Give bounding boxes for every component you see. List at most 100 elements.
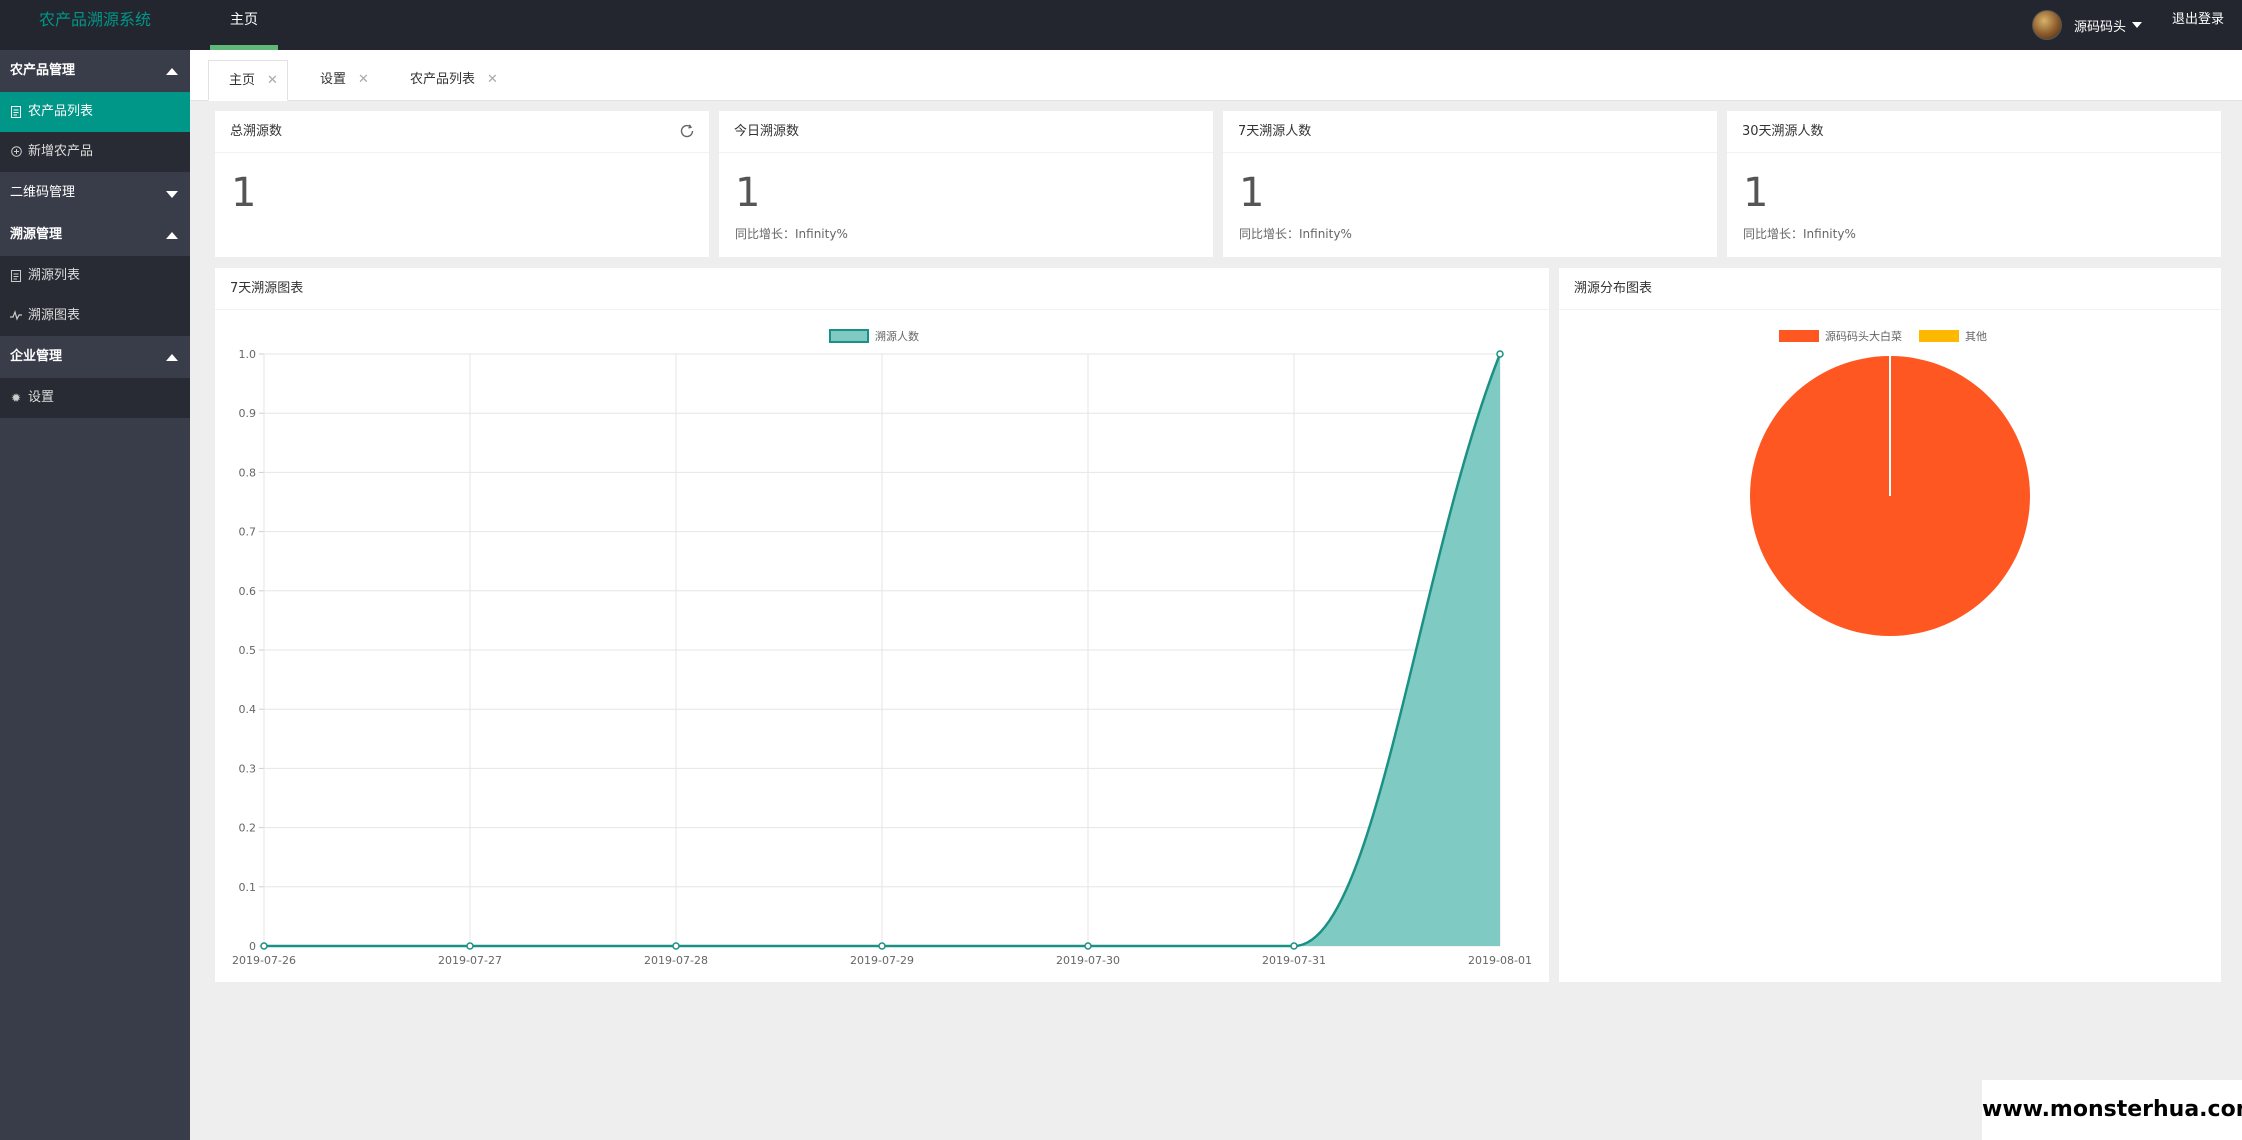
card-title-text: 总溯源数: [230, 124, 283, 139]
pie-chart-panel: 溯源分布图表 源码码头大白菜 其他: [1559, 268, 2221, 982]
card-title: 7天溯源人数: [1223, 111, 1717, 153]
legend-label: 其他: [1965, 330, 1987, 343]
sidebar-item-settings[interactable]: ✹ 设置: [0, 378, 190, 418]
chevron-up-icon: [166, 232, 178, 239]
sidebar-group-label: 农产品管理: [10, 63, 76, 78]
y-tick-label: 0.1: [239, 881, 257, 894]
sidebar-item-label: 新增农产品: [28, 144, 94, 159]
y-tick-label: 1.0: [239, 348, 257, 361]
tab-product-list[interactable]: 农产品列表 ✕: [390, 60, 510, 101]
legend-swatch: [1779, 330, 1819, 342]
sidebar-group-qrcode[interactable]: 二维码管理: [0, 172, 190, 214]
sidebar-group-label: 二维码管理: [10, 185, 76, 200]
sidebar-submenu-enterprise: ✹ 设置: [0, 378, 190, 418]
tab-label: 设置: [320, 72, 347, 87]
sidebar-item-product-list[interactable]: 农产品列表: [0, 92, 190, 132]
line-chart-panel: 7天溯源图表 溯源人数 0 0.1 0.2 0.3 0.4 0.5 0.6 0.7 0.8 0.9 1…: [215, 268, 1549, 982]
top-nav-home[interactable]: 主页: [210, 0, 278, 50]
sidebar-submenu-trace: 溯源列表 溯源图表: [0, 256, 190, 336]
sidebar-group-label: 溯源管理: [10, 227, 63, 242]
sidebar-group-product[interactable]: 农产品管理: [0, 50, 190, 92]
document-icon: [10, 270, 22, 282]
card-title: 今日溯源数: [719, 111, 1213, 153]
stat-value: 1: [231, 170, 257, 216]
chart-legend: 溯源人数: [829, 329, 919, 343]
close-icon[interactable]: ✕: [267, 73, 278, 88]
stat-card-total: 总溯源数 1: [215, 111, 709, 257]
document-icon: [10, 106, 22, 118]
data-point: [878, 942, 886, 950]
sidebar-item-label: 设置: [28, 390, 55, 405]
tab-settings[interactable]: 设置 ✕: [300, 60, 390, 101]
line-chart: 溯源人数 0 0.1 0.2 0.3 0.4 0.5 0.6 0.7 0.8 0.9 1.0 2019-…: [232, 329, 1532, 967]
data-point: [672, 942, 680, 950]
x-tick-label: 2019-07-31: [1262, 954, 1326, 967]
y-tick-label: 0.4: [239, 703, 257, 716]
chart-line-icon: [10, 310, 22, 322]
sidebar-item-label: 农产品列表: [28, 104, 94, 119]
chevron-down-icon: [166, 191, 178, 198]
x-tick-label: 2019-07-26: [232, 954, 296, 967]
tab-label: 农产品列表: [410, 72, 476, 87]
data-point: [466, 942, 474, 950]
panel-title: 溯源分布图表: [1559, 268, 2221, 310]
data-point: [1496, 350, 1504, 358]
close-icon[interactable]: ✕: [487, 72, 498, 87]
avatar: [2031, 10, 2062, 40]
watermark-text: www.monsterhua.com: [1982, 1080, 2242, 1140]
y-tick-label: 0.9: [239, 407, 257, 420]
stat-value: 1: [1743, 170, 1769, 216]
tab-home[interactable]: 主页 ✕: [208, 60, 288, 101]
chevron-up-icon: [166, 354, 178, 361]
logout-link[interactable]: 退出登录: [2172, 0, 2224, 40]
data-point: [260, 942, 268, 950]
sidebar-item-label: 溯源列表: [28, 268, 81, 283]
stat-card-today: 今日溯源数 1 同比增长：Infinity%: [719, 111, 1213, 257]
stat-card-7days: 7天溯源人数 1 同比增长：Infinity%: [1223, 111, 1717, 257]
x-tick-label: 2019-08-01: [1468, 954, 1532, 967]
card-title: 总溯源数: [215, 111, 709, 153]
x-tick-label: 2019-07-29: [850, 954, 914, 967]
refresh-icon[interactable]: [679, 123, 695, 139]
gear-icon: ✹: [10, 391, 22, 405]
stat-value: 1: [1239, 170, 1265, 216]
y-tick-label: 0.7: [239, 526, 257, 539]
sidebar-item-trace-chart[interactable]: 溯源图表: [0, 296, 190, 336]
sidebar-group-enterprise[interactable]: 企业管理: [0, 336, 190, 378]
data-point: [1290, 942, 1298, 950]
top-nav-home-label: 主页: [230, 12, 258, 28]
tab-bar: 主页 ✕ 设置 ✕ 农产品列表 ✕: [190, 50, 2242, 101]
stat-growth: 同比增长：Infinity%: [1239, 227, 1352, 241]
username: 源码码头: [2073, 19, 2126, 35]
x-tick-label: 2019-07-28: [644, 954, 708, 967]
add-circle-icon: [10, 146, 22, 158]
y-tick-label: 0.8: [239, 466, 257, 479]
top-header: 农产品溯源系统 主页 源码码头 退出登录: [0, 0, 2242, 50]
y-tick-label: 0: [249, 940, 256, 953]
close-icon[interactable]: ✕: [358, 72, 369, 87]
sidebar-group-label: 企业管理: [10, 349, 63, 364]
data-point: [1084, 942, 1092, 950]
legend-swatch: [829, 329, 869, 343]
y-tick-label: 0.2: [239, 822, 257, 835]
y-tick-label: 0.5: [239, 644, 257, 657]
sidebar-group-trace[interactable]: 溯源管理: [0, 214, 190, 256]
stat-value: 1: [735, 170, 761, 216]
legend-label: 源码码头大白菜: [1825, 329, 1902, 343]
chart-legend: 源码码头大白菜 其他: [1779, 329, 1987, 343]
legend-label: 溯源人数: [875, 329, 919, 343]
user-menu[interactable]: 源码码头: [2031, 0, 2142, 50]
tab-label: 主页: [229, 73, 256, 88]
y-tick-label: 0.3: [239, 762, 257, 775]
legend-swatch: [1919, 330, 1959, 342]
chevron-up-icon: [166, 68, 178, 75]
sidebar-submenu-product: 农产品列表 新增农产品: [0, 92, 190, 172]
y-tick-label: 0.6: [239, 585, 257, 598]
sidebar-item-add-product[interactable]: 新增农产品: [0, 132, 190, 172]
stat-growth: 同比增长：Infinity%: [1743, 227, 1856, 241]
stat-growth: 同比增长：Infinity%: [735, 227, 848, 241]
pie-chart: 源码码头大白菜 其他: [1750, 329, 2030, 636]
app-title: 农产品溯源系统: [38, 10, 151, 29]
x-tick-label: 2019-07-27: [438, 954, 502, 967]
sidebar-item-trace-list[interactable]: 溯源列表: [0, 256, 190, 296]
